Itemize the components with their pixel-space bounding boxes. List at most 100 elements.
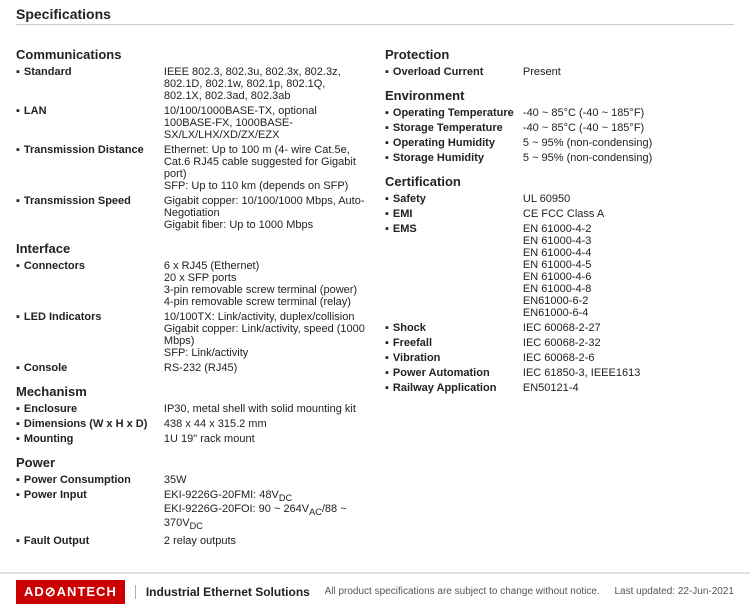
spec-value: Present — [523, 66, 734, 78]
bullet-icon: ▪ — [385, 137, 389, 149]
spec-label: Dimensions (W x H x D) — [24, 418, 164, 430]
spec-value: 1U 19" rack mount — [164, 433, 365, 445]
bullet-icon: ▪ — [16, 144, 20, 156]
spec-value: 438 x 44 x 315.2 mm — [164, 418, 365, 430]
section-title: Interface — [16, 241, 365, 256]
bullet-icon: ▪ — [385, 66, 389, 78]
spec-label: Mounting — [24, 433, 164, 445]
bullet-icon: ▪ — [16, 535, 20, 547]
spec-value: 10/100TX: Link/activity, duplex/collisio… — [164, 311, 365, 359]
spec-item: ▪ Dimensions (W x H x D)438 x 44 x 315.2 … — [16, 418, 365, 430]
spec-item: ▪Operating Temperature-40 ~ 85°C (-40 ~ … — [385, 107, 734, 119]
spec-item: ▪EMICE FCC Class A — [385, 208, 734, 220]
spec-value: 35W — [164, 474, 365, 486]
divider — [16, 24, 734, 25]
spec-value: IP30, metal shell with solid mounting ki… — [164, 403, 365, 415]
spec-label: Storage Humidity — [393, 152, 523, 164]
footer-note: All product specifications are subject t… — [325, 586, 600, 597]
spec-label: Operating Humidity — [393, 137, 523, 149]
section-protection: Protection▪Overload CurrentPresent — [385, 47, 734, 78]
spec-label: Railway Application — [393, 382, 523, 394]
spec-label: Storage Temperature — [393, 122, 523, 134]
spec-item: ▪ Operating Humidity5 ~ 95% (non-condensi… — [385, 137, 734, 149]
bullet-icon: ▪ — [385, 223, 389, 235]
spec-item: ▪ Railway ApplicationEN50121-4 — [385, 382, 734, 394]
spec-value: IEEE 802.3, 802.3u, 802.3x, 802.3z, 802.… — [164, 66, 365, 102]
spec-label: Transmission Speed — [24, 195, 164, 207]
spec-item: ▪Storage Temperature-40 ~ 85°C (-40 ~ 18… — [385, 122, 734, 134]
bullet-icon: ▪ — [16, 105, 20, 117]
spec-value: -40 ~ 85°C (-40 ~ 185°F) — [523, 107, 734, 119]
footer-tagline: Industrial Ethernet Solutions — [135, 585, 310, 599]
section-communications: Communications ▪StandardIEEE 802.3, 802.3… — [16, 47, 365, 231]
bullet-icon: ▪ — [385, 193, 389, 205]
spec-label: Connectors — [24, 260, 164, 272]
spec-item: ▪FreefallIEC 60068-2-32 — [385, 337, 734, 349]
spec-item: ▪ Overload CurrentPresent — [385, 66, 734, 78]
spec-value: EN50121-4 — [523, 382, 734, 394]
bullet-icon: ▪ — [385, 122, 389, 134]
bullet-icon: ▪ — [385, 152, 389, 164]
bullet-icon: ▪ — [16, 418, 20, 430]
bullet-icon: ▪ — [385, 382, 389, 394]
spec-value: EN 61000-4-2EN 61000-4-3EN 61000-4-4EN 6… — [523, 223, 734, 319]
bullet-icon: ▪ — [385, 367, 389, 379]
spec-value: 10/100/1000BASE-TX, optional 100BASE-FX,… — [164, 105, 365, 141]
spec-label: Console — [24, 362, 164, 374]
bullet-icon: ▪ — [16, 433, 20, 445]
spec-label: Transmission Distance — [24, 144, 164, 156]
spec-value: Gigabit copper: 10/100/1000 Mbps, Auto-N… — [164, 195, 365, 231]
bullet-icon: ▪ — [385, 337, 389, 349]
spec-value: 5 ~ 95% (non-condensing) — [523, 152, 734, 164]
bullet-icon: ▪ — [16, 260, 20, 272]
spec-item: ▪ Mounting1U 19" rack mount — [16, 433, 365, 445]
spec-item: ▪Power AutomationIEC 61850-3, IEEE1613 — [385, 367, 734, 379]
spec-item: ▪VibrationIEC 60068-2-6 — [385, 352, 734, 364]
section-title: Certification — [385, 174, 734, 189]
spec-value: Ethernet: Up to 100 m (4- wire Cat.5e, C… — [164, 144, 365, 192]
advantech-logo: AD⊘ANTECH — [16, 580, 125, 604]
section-interface: Interface ▪ Connectors6 x RJ45 (Ethernet)2… — [16, 241, 365, 374]
spec-label: Power Automation — [393, 367, 523, 379]
spec-label: EMS — [393, 223, 523, 235]
footer-date: Last updated: 22-Jun-2021 — [614, 586, 734, 597]
spec-item: ▪Power Consumption35W — [16, 474, 365, 486]
bullet-icon: ▪ — [16, 311, 20, 323]
spec-label: EMI — [393, 208, 523, 220]
section-title: Mechanism — [16, 384, 365, 399]
spec-value: 6 x RJ45 (Ethernet)20 x SFP ports3-pin r… — [164, 260, 365, 308]
spec-label: Enclosure — [24, 403, 164, 415]
spec-item: ▪LED Indicators10/100TX: Link/activity, … — [16, 311, 365, 359]
spec-item: ▪SafetyUL 60950 — [385, 193, 734, 205]
footer-left: AD⊘ANTECH Industrial Ethernet Solutions — [16, 580, 310, 604]
right-column: Protection▪Overload CurrentPresentEnviro… — [385, 37, 734, 550]
section-certification: Certification▪SafetyUL 60950▪EMICE FCC C… — [385, 174, 734, 394]
spec-item: ▪ Connectors6 x RJ45 (Ethernet)20 x SFP p… — [16, 260, 365, 308]
spec-item: ▪Fault Output2 relay outputs — [16, 535, 365, 547]
spec-value: IEC 60068-2-32 — [523, 337, 734, 349]
spec-label: Fault Output — [24, 535, 164, 547]
bullet-icon: ▪ — [16, 474, 20, 486]
spec-label: Shock — [393, 322, 523, 334]
bullet-icon: ▪ — [16, 362, 20, 374]
spec-label: Overload Current — [393, 66, 523, 78]
spec-value: CE FCC Class A — [523, 208, 734, 220]
spec-item: ▪StandardIEEE 802.3, 802.3u, 802.3x, 802… — [16, 66, 365, 102]
spec-value: RS-232 (RJ45) — [164, 362, 365, 374]
bullet-icon: ▪ — [385, 107, 389, 119]
bullet-icon: ▪ — [16, 195, 20, 207]
spec-item: ▪ Transmission SpeedGigabit copper: 10/10… — [16, 195, 365, 231]
bullet-icon: ▪ — [16, 66, 20, 78]
spec-label: LAN — [24, 105, 164, 117]
section-title: Environment — [385, 88, 734, 103]
spec-label: Power Input — [24, 489, 164, 501]
section-title: Communications — [16, 47, 365, 62]
spec-item: ▪ Storage Humidity5 ~ 95% (non-condensing… — [385, 152, 734, 164]
bullet-icon: ▪ — [385, 352, 389, 364]
spec-value: EKI-9226G-20FMI: 48VDCEKI-9226G-20FOI: 9… — [164, 489, 365, 532]
section-environment: Environment ▪Operating Temperature-40 ~ 8… — [385, 88, 734, 164]
spec-item: ▪ EMSEN 61000-4-2EN 61000-4-3EN 61000-4-4… — [385, 223, 734, 319]
left-column: Communications ▪StandardIEEE 802.3, 802.3… — [16, 37, 365, 550]
spec-label: Vibration — [393, 352, 523, 364]
spec-value: 5 ~ 95% (non-condensing) — [523, 137, 734, 149]
